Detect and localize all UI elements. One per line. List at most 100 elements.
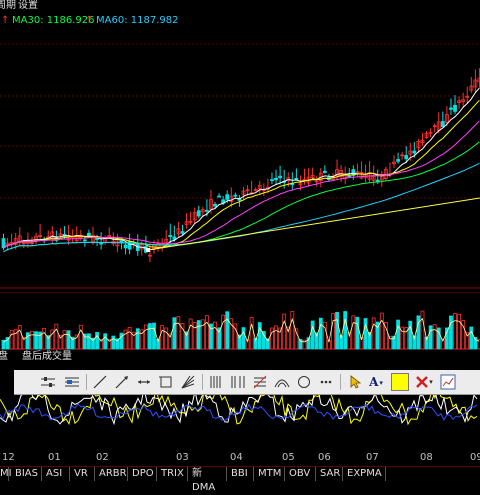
volume-bar	[221, 314, 226, 350]
volume-bar	[148, 323, 152, 350]
volume-bar	[343, 311, 348, 350]
menu-item-period[interactable]: 周期	[0, 0, 16, 12]
volume-bar	[160, 325, 165, 350]
tab-expma[interactable]: EXPMA	[344, 467, 386, 481]
trend-anchor-handle	[146, 248, 150, 252]
volume-bar	[310, 320, 315, 350]
volume-bar	[103, 333, 108, 350]
top-menu: 周期 设置	[0, 0, 480, 12]
ma5-line	[3, 87, 480, 250]
cursor-icon[interactable]	[346, 372, 366, 392]
volume-bar	[135, 328, 140, 350]
candle-body	[453, 104, 457, 112]
circle-icon[interactable]	[294, 372, 314, 392]
volume-bar	[428, 325, 433, 350]
sub-tab-volume[interactable]: 盘后成交量	[22, 350, 72, 364]
volume-bar	[30, 330, 34, 350]
line-icon[interactable]	[90, 372, 110, 392]
segment-icon[interactable]	[134, 372, 154, 392]
menu-item-settings[interactable]: 设置	[18, 0, 38, 12]
tab-bias[interactable]: BIAS	[12, 467, 42, 481]
candle-body	[180, 231, 185, 234]
ma30-arrow-icon: ↑	[1, 15, 10, 26]
volume-bar	[257, 322, 262, 350]
price-chart[interactable]	[0, 28, 480, 290]
volume-bar	[261, 331, 266, 350]
volume-bar	[396, 319, 400, 350]
screenshot-icon[interactable]	[438, 372, 458, 392]
candle-body	[347, 175, 352, 178]
arc-icon[interactable]	[272, 372, 292, 392]
tab-mi[interactable]: MI	[0, 467, 12, 481]
volume-bar	[54, 323, 59, 350]
drag-icon[interactable]	[38, 372, 58, 392]
volume-bar	[111, 335, 116, 350]
fibonacci-icon[interactable]	[228, 372, 248, 392]
volume-bar	[192, 322, 197, 350]
tab-vr[interactable]: VR	[71, 467, 95, 481]
tab-obv[interactable]: OBV	[286, 467, 316, 481]
color-swatch-icon[interactable]	[390, 372, 410, 392]
gann-icon[interactable]	[250, 372, 270, 392]
month-label: 03	[176, 452, 189, 463]
text-icon[interactable]: A ▾	[366, 372, 386, 392]
ma60-arrow: ↑	[85, 15, 94, 26]
sub-tab-left[interactable]: 盘	[0, 350, 8, 364]
volume-bar	[318, 317, 323, 350]
candle-body	[396, 159, 400, 162]
volume-bar	[379, 312, 384, 350]
volume-bar	[351, 315, 356, 350]
volume-bar	[34, 331, 38, 350]
ma10-line	[3, 99, 480, 249]
volume-bar	[143, 324, 148, 350]
volume-bar	[290, 311, 295, 350]
candle-body	[196, 210, 201, 217]
tab-bbi[interactable]: BBI	[228, 467, 254, 481]
more-icon[interactable]	[316, 372, 336, 392]
candle-body	[1, 238, 6, 249]
month-label: 07	[366, 452, 379, 463]
tab-trix[interactable]: TRIX	[158, 467, 188, 481]
volume-chart[interactable]	[0, 292, 480, 350]
tab-new-dma[interactable]: 新DMA	[189, 467, 227, 493]
candle-body	[233, 194, 238, 197]
volume-bar	[449, 315, 453, 350]
candle-body	[123, 244, 128, 249]
volume-bar	[453, 313, 457, 350]
candle-body	[270, 179, 274, 181]
cycle-lines-icon[interactable]	[206, 372, 226, 392]
volume-bar	[249, 317, 254, 350]
candle-body	[449, 107, 453, 110]
candle-body	[278, 175, 283, 179]
volume-bar	[66, 330, 71, 350]
volume-bar	[188, 318, 193, 350]
volume-bar	[95, 332, 99, 350]
volume-bar	[469, 326, 474, 350]
tab-sar[interactable]: SAR	[317, 467, 343, 481]
delete-icon[interactable]: ▾	[414, 372, 434, 392]
drawing-toolbar: A ▾ ▾	[14, 370, 480, 395]
month-label: 01	[48, 452, 61, 463]
candle-body	[404, 155, 409, 160]
volume-bar	[17, 325, 22, 350]
volume-bar	[363, 318, 368, 350]
fan-icon[interactable]	[178, 372, 198, 392]
rect-tool-icon[interactable]	[156, 372, 176, 392]
tab-dpo[interactable]: DPO	[129, 467, 157, 481]
volume-bar	[270, 327, 274, 350]
volume-bar	[42, 327, 47, 350]
candle-body	[322, 170, 327, 173]
tab-mtm[interactable]: MTM	[255, 467, 285, 481]
candle-body	[412, 150, 417, 154]
ma60-value: MA60: 1187.982	[96, 15, 179, 26]
month-axis: 12 01 02 03 04 05 06 07 08 09	[0, 452, 480, 464]
candle-body	[168, 235, 173, 237]
lines-icon[interactable]	[62, 372, 82, 392]
volume-bar	[416, 315, 421, 350]
ray-icon[interactable]	[112, 372, 132, 392]
tab-asi[interactable]: ASI	[43, 467, 70, 481]
ma30-value: MA30: 1186.926	[12, 15, 95, 26]
volume-bar	[335, 311, 339, 350]
tab-arbr[interactable]: ARBR	[96, 467, 128, 481]
candle-body	[213, 203, 217, 207]
